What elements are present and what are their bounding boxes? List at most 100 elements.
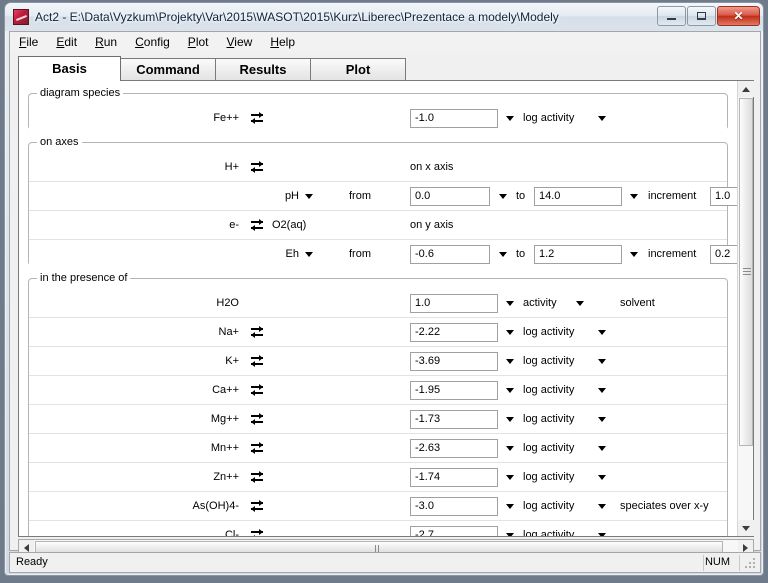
unit-dropdown-arrow[interactable]: [598, 330, 606, 335]
unit-combo-label[interactable]: activity: [523, 289, 557, 318]
unit-combo-label[interactable]: log activity: [523, 521, 574, 536]
table-row: e- O2(aq) on y axis: [29, 211, 727, 240]
scroll-up-button[interactable]: [738, 81, 754, 97]
close-button[interactable]: ✕: [717, 6, 760, 26]
swap-species-icon[interactable]: [251, 471, 263, 483]
swap-species-icon[interactable]: [251, 161, 263, 173]
value-input[interactable]: -1.73: [410, 410, 498, 429]
title-bar[interactable]: Act2 - E:\Data\Vyzkum\Projekty\Var\2015\…: [5, 3, 763, 31]
value-input[interactable]: -2.63: [410, 439, 498, 458]
to-dropdown-arrow[interactable]: [630, 252, 638, 257]
value-dropdown-arrow[interactable]: [506, 359, 514, 364]
value-dropdown-arrow[interactable]: [506, 533, 514, 536]
table-row: Eh from -0.6 to 1.2 increment 0.2: [29, 240, 738, 269]
vertical-scrollbar-thumb[interactable]: [739, 98, 753, 446]
menu-item-edit[interactable]: Edit: [47, 32, 86, 52]
unit-dropdown-arrow[interactable]: [598, 533, 606, 536]
axis-variable-dropdown-arrow[interactable]: [305, 252, 313, 257]
swap-species-icon[interactable]: [251, 219, 263, 231]
scrollbar-grip-icon: [375, 545, 383, 564]
resize-grip-icon[interactable]: [745, 558, 757, 570]
value-input[interactable]: -3.69: [410, 352, 498, 371]
group-on-axes-rows: H+ on x axis pH from 0.0 to 14.0 increment 1.0 e-…: [29, 153, 738, 269]
value-input[interactable]: -2.22: [410, 323, 498, 342]
unit-dropdown-arrow[interactable]: [598, 388, 606, 393]
increment-input[interactable]: 0.2: [710, 245, 738, 264]
axis-variable-dropdown-arrow[interactable]: [305, 194, 313, 199]
from-dropdown-arrow[interactable]: [499, 252, 507, 257]
swap-species-icon[interactable]: [251, 384, 263, 396]
species-label: Ca++: [212, 384, 239, 396]
swap-species-icon[interactable]: [251, 112, 263, 124]
basis-panel-scroll-content: diagram species Fe++ -1.0 log activity on ax…: [19, 81, 738, 536]
table-row: pH from 0.0 to 14.0 increment 1.0: [29, 182, 738, 211]
value-input[interactable]: -3.0: [410, 497, 498, 516]
unit-dropdown-arrow[interactable]: [576, 301, 584, 306]
unit-dropdown-arrow[interactable]: [598, 116, 606, 121]
to-input[interactable]: 1.2: [534, 245, 622, 264]
table-row: Ca++ -1.95 log activity: [29, 376, 727, 405]
value-input[interactable]: -1.0: [410, 109, 498, 128]
menu-item-plot[interactable]: Plot: [179, 32, 218, 52]
unit-combo-label[interactable]: log activity: [523, 318, 574, 347]
maximize-button[interactable]: [687, 6, 716, 26]
value-dropdown-arrow[interactable]: [506, 417, 514, 422]
value-dropdown-arrow[interactable]: [506, 116, 514, 121]
swap-species-icon[interactable]: [251, 355, 263, 367]
unit-dropdown-arrow[interactable]: [598, 359, 606, 364]
unit-dropdown-arrow[interactable]: [598, 446, 606, 451]
value-dropdown-arrow[interactable]: [506, 388, 514, 393]
value-dropdown-arrow[interactable]: [506, 446, 514, 451]
table-row: Cl- -2.7 log activity: [29, 521, 727, 536]
swap-species-icon[interactable]: [251, 413, 263, 425]
species-label: Mn++: [210, 442, 239, 454]
from-dropdown-arrow[interactable]: [499, 194, 507, 199]
value-dropdown-arrow[interactable]: [506, 504, 514, 509]
swap-species-icon[interactable]: [251, 529, 263, 536]
axis-species-label: H+: [224, 161, 239, 173]
tab-command[interactable]: Command: [120, 58, 216, 81]
increment-input[interactable]: 1.0: [710, 187, 738, 206]
value-input[interactable]: -2.7: [410, 526, 498, 536]
menu-item-view[interactable]: View: [218, 32, 262, 52]
tab-results[interactable]: Results: [215, 58, 311, 81]
group-in-the-presence-of: in the presence of H2O 1.0 activity solvent N…: [28, 272, 728, 536]
window-title: Act2 - E:\Data\Vyzkum\Projekty\Var\2015\…: [35, 10, 559, 24]
unit-combo-label[interactable]: log activity: [523, 347, 574, 376]
from-input[interactable]: 0.0: [410, 187, 490, 206]
from-input[interactable]: -0.6: [410, 245, 490, 264]
swap-species-icon[interactable]: [251, 326, 263, 338]
swap-species-icon[interactable]: [251, 500, 263, 512]
value-input[interactable]: -1.95: [410, 381, 498, 400]
tab-plot[interactable]: Plot: [310, 58, 406, 81]
unit-dropdown-arrow[interactable]: [598, 504, 606, 509]
value-dropdown-arrow[interactable]: [506, 475, 514, 480]
increment-label: increment: [648, 248, 697, 260]
vertical-scrollbar[interactable]: [737, 81, 754, 536]
menu-item-file[interactable]: File: [10, 32, 47, 52]
to-input[interactable]: 14.0: [534, 187, 622, 206]
group-in-the-presence-of-rows: H2O 1.0 activity solvent Na+ -2.22 log activit…: [29, 289, 727, 536]
unit-combo-label[interactable]: log activity: [523, 492, 574, 521]
unit-combo-label[interactable]: log activity: [523, 463, 574, 492]
value-input[interactable]: 1.0: [410, 294, 498, 313]
value-input[interactable]: -1.74: [410, 468, 498, 487]
value-dropdown-arrow[interactable]: [506, 301, 514, 306]
menu-item-config[interactable]: Config: [126, 32, 179, 52]
unit-combo-label[interactable]: log activity: [523, 405, 574, 434]
value-dropdown-arrow[interactable]: [506, 330, 514, 335]
to-dropdown-arrow[interactable]: [630, 194, 638, 199]
scroll-down-button[interactable]: [738, 520, 754, 536]
tab-basis[interactable]: Basis: [18, 56, 121, 81]
unit-dropdown-arrow[interactable]: [598, 417, 606, 422]
unit-combo-label[interactable]: log activity: [523, 376, 574, 405]
unit-combo-label[interactable]: log activity: [523, 104, 574, 133]
menu-item-run[interactable]: Run: [86, 32, 126, 52]
swap-species-icon[interactable]: [251, 442, 263, 454]
species-label: Cl-: [224, 529, 239, 536]
unit-dropdown-arrow[interactable]: [598, 475, 606, 480]
unit-combo-label[interactable]: log activity: [523, 434, 574, 463]
menu-item-help[interactable]: Help: [261, 32, 304, 52]
basis-panel: diagram species Fe++ -1.0 log activity on ax…: [18, 80, 754, 537]
minimize-button[interactable]: [657, 6, 686, 26]
